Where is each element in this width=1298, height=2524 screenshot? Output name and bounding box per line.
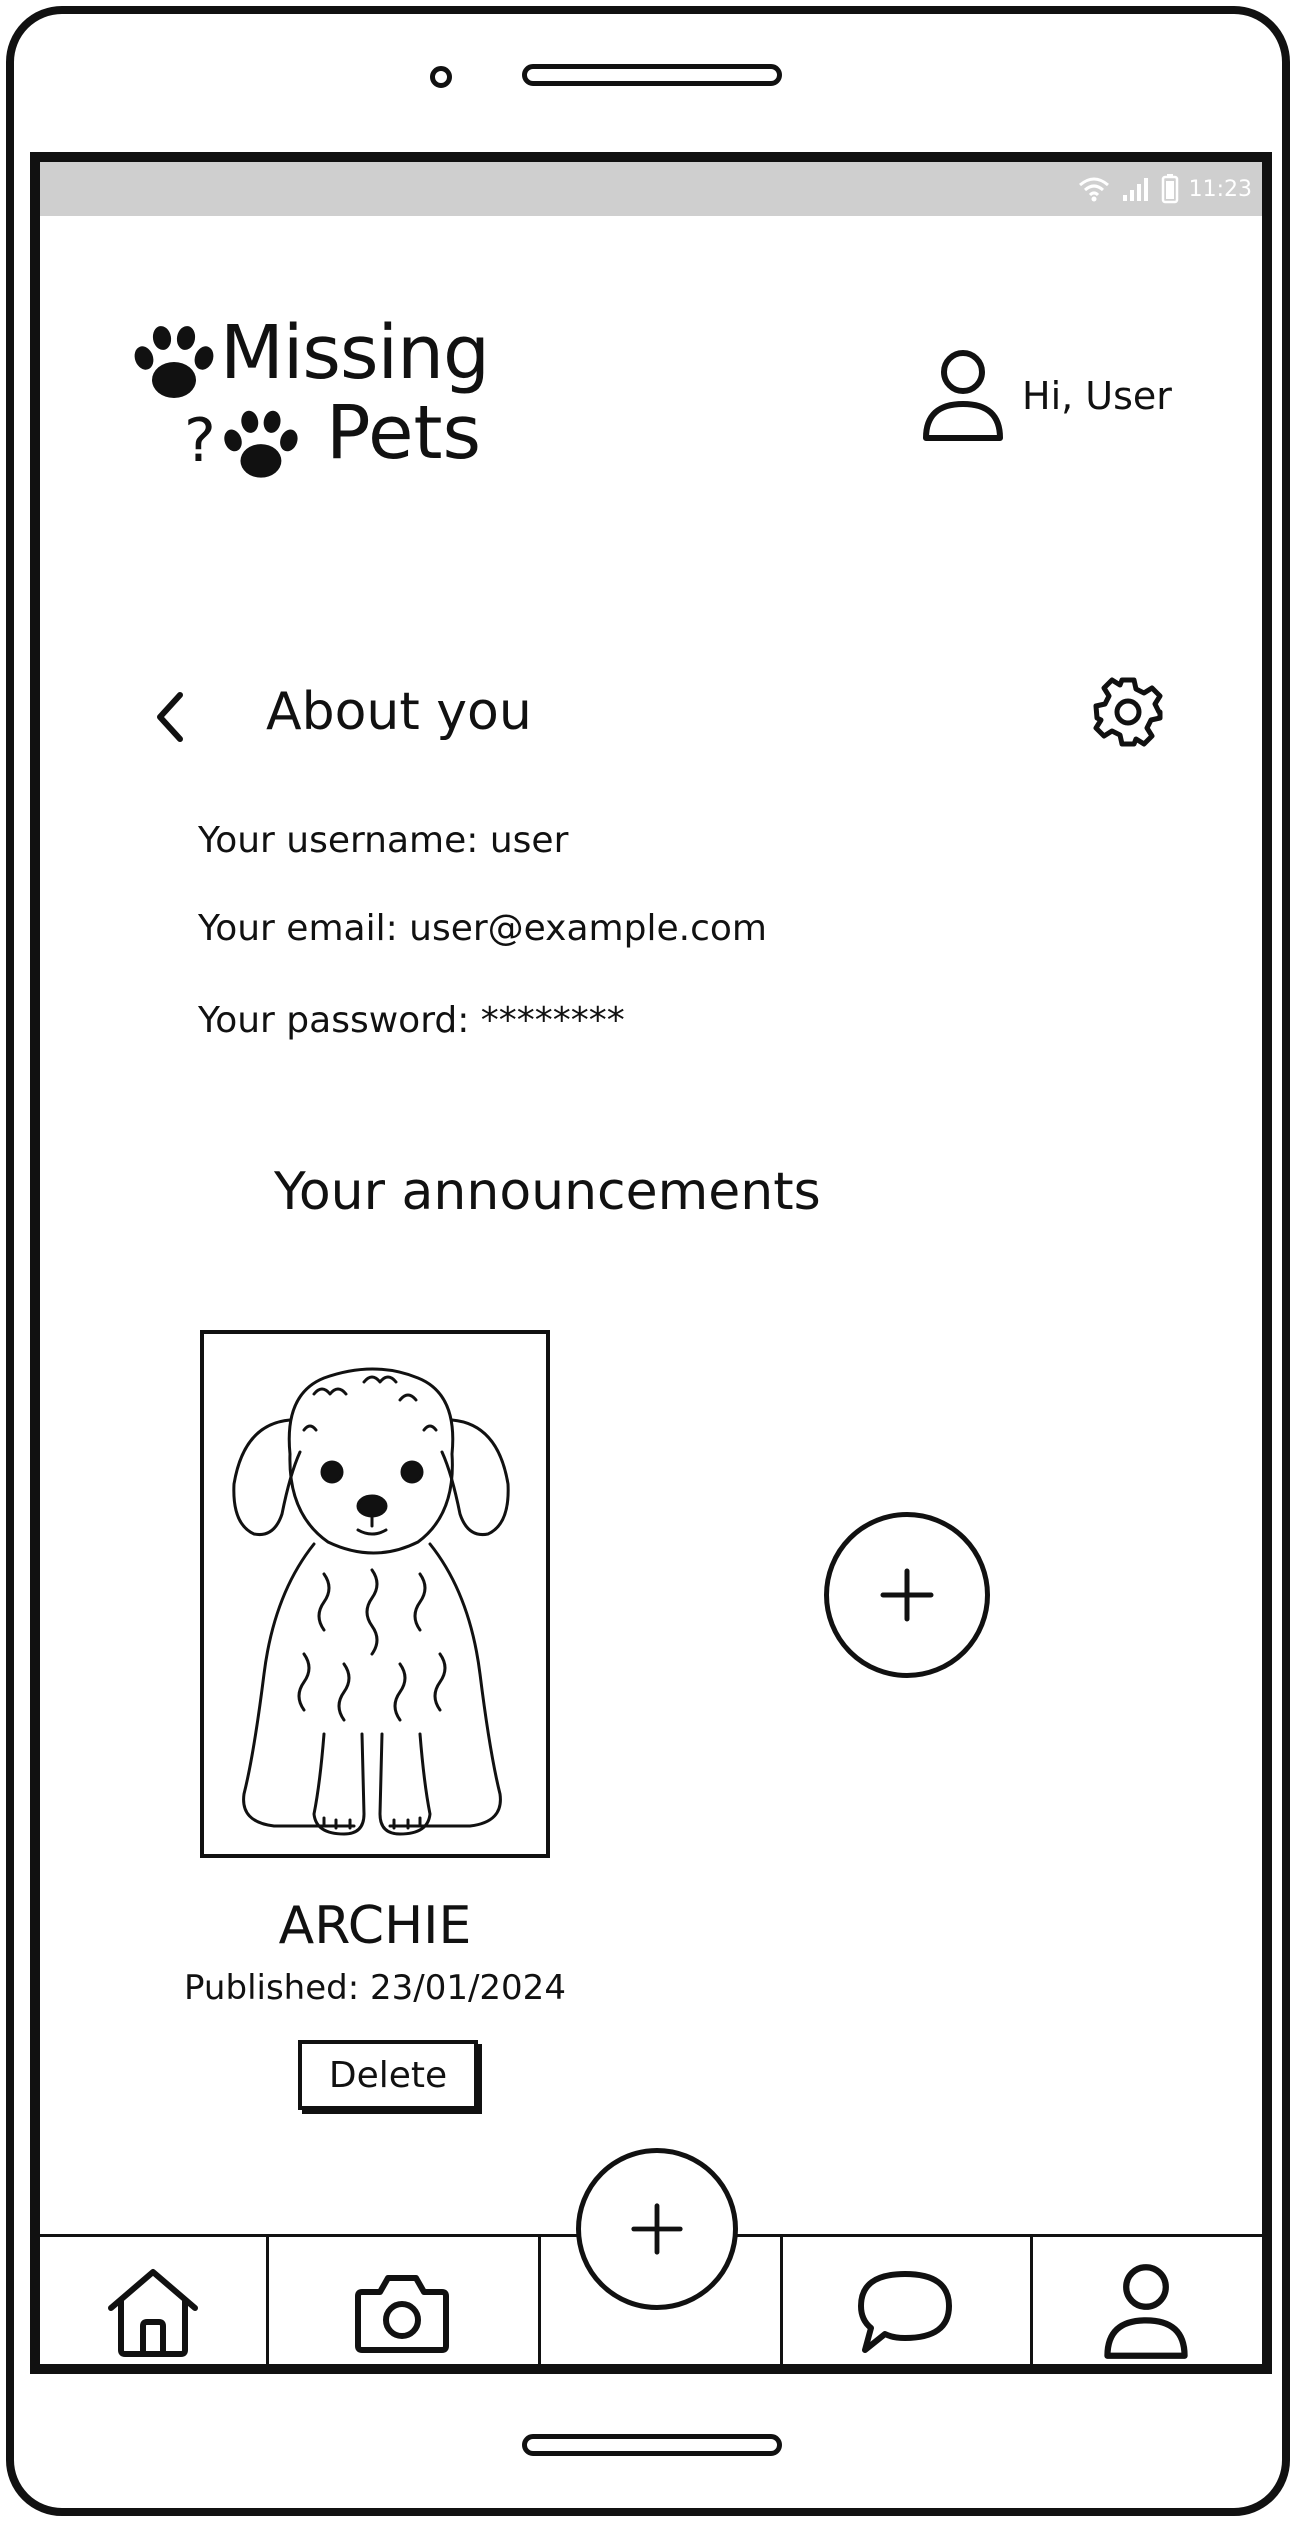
wifi-icon	[1078, 177, 1109, 202]
pet-name: ARCHIE	[278, 1896, 472, 1956]
nav-chat[interactable]	[780, 2247, 1030, 2364]
paw-icon	[224, 410, 298, 478]
nav-profile[interactable]	[1030, 2247, 1262, 2364]
dog-illustration	[232, 1367, 510, 1836]
user-menu[interactable]: Hi, User	[920, 348, 1172, 444]
status-time: 11:23	[1188, 176, 1252, 202]
nav-camera[interactable]	[266, 2247, 538, 2364]
back-button[interactable]	[140, 682, 200, 752]
info-password: Your password: ********	[198, 1000, 625, 1041]
logo-question-mark: ?	[184, 406, 216, 476]
nav-add-button[interactable]	[576, 2148, 738, 2310]
plus-icon	[631, 2203, 683, 2255]
plus-icon	[880, 1568, 934, 1622]
info-email: Your email: user@example.com	[198, 908, 767, 949]
user-icon	[923, 350, 1003, 441]
app-logo: Missing ? Pets	[130, 310, 510, 490]
add-announcement-button[interactable]	[824, 1512, 990, 1678]
camera-icon	[355, 2275, 449, 2353]
chevron-left-icon	[157, 692, 183, 742]
chat-bubble-icon	[858, 2271, 952, 2353]
gear-icon	[1093, 677, 1163, 747]
delete-button[interactable]: Delete	[298, 2040, 478, 2110]
home-icon	[108, 2269, 198, 2357]
pet-published-date: Published: 23/01/2024	[184, 1968, 566, 2008]
speaker-bottom	[522, 2434, 782, 2456]
signal-icon	[1122, 178, 1148, 201]
user-greeting: Hi, User	[1022, 374, 1172, 418]
speaker-top	[522, 64, 782, 86]
nav-divider	[538, 2237, 541, 2364]
status-icons: 11:23	[1077, 172, 1252, 206]
logo-title-line1: Missing	[220, 310, 490, 396]
announcements-title: Your announcements	[274, 1162, 821, 1222]
about-title: About you	[266, 682, 532, 742]
paw-icon	[134, 326, 214, 398]
settings-button[interactable]	[1088, 672, 1168, 752]
camera-dot	[430, 66, 452, 88]
battery-icon	[1161, 174, 1178, 204]
nav-home[interactable]	[40, 2247, 266, 2364]
profile-icon	[1104, 2264, 1188, 2359]
info-username: Your username: user	[198, 820, 569, 861]
pet-photo[interactable]	[200, 1330, 550, 1858]
status-bar: 11:23	[40, 162, 1262, 216]
logo-title-line2: Pets	[326, 390, 482, 476]
screen: 11:23 Missing ? Pets Hi, User About you …	[30, 152, 1272, 2374]
